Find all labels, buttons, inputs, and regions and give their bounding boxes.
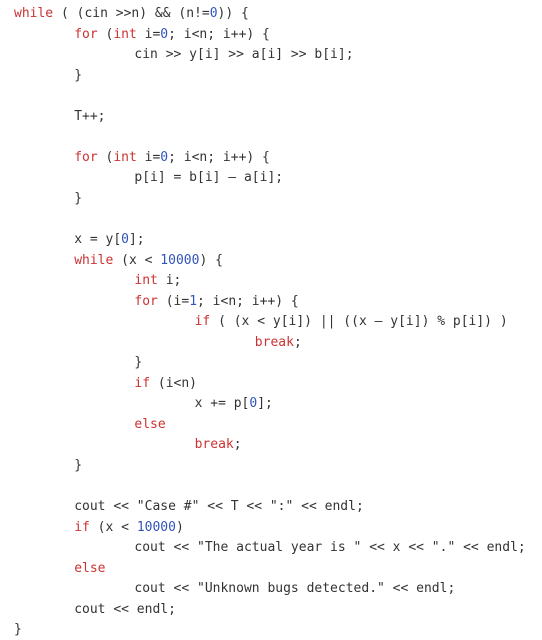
code-text: (x < [89,519,137,535]
code-text: ]; [128,232,145,248]
code-text: ; i<n; i++) { [168,26,270,42]
code-line: while (x < 10000) { [0,251,542,272]
code-text: } [74,458,83,474]
code-keyword: if [194,314,211,330]
code-line: for (i=1; i<n; i++) { [0,292,542,313]
code-keyword: else [134,416,166,432]
code-text: ( (x < y[i]) || ((x – y[i]) % p[i]) ) [210,314,508,330]
code-line: int i; [0,271,542,292]
code-text: ( (cin >>n) && (n!= [53,6,210,21]
code-keyword: if [134,375,151,391]
code-line: cout << "The actual year is " << x << ".… [0,538,542,559]
code-number: 0 [121,232,129,248]
code-line: } [0,66,542,87]
code-number: 10000 [160,252,200,268]
code-keyword: for [74,149,98,165]
code-line: break; [0,333,542,354]
code-text: x = y[ [74,232,122,248]
code-keyword: for [74,26,98,42]
code-line: } [0,620,542,640]
code-line: } [0,189,542,210]
code-text: ( [97,26,114,42]
code-line: cout << "Unknown bugs detected." << endl… [0,579,542,600]
code-keyword: int [113,26,137,42]
code-text: (i<n) [150,375,198,391]
code-number: 10000 [136,519,176,535]
code-line: cin >> y[i] >> a[i] >> b[i]; [0,45,542,66]
code-text: } [14,622,22,638]
code-listing: while ( (cin >>n) && (n!=0)) {for (int i… [0,0,542,640]
code-text: i= [136,26,161,42]
code-text: )) { [217,6,249,21]
code-text: i; [157,273,182,289]
code-keyword: for [134,293,158,309]
code-text: ; i<n; i++) { [197,293,299,309]
code-line: p[i] = b[i] – a[i]; [0,168,542,189]
code-line: cout << "Case #" << T << ":" << endl; [0,497,542,518]
code-line: if (i<n) [0,374,542,395]
code-text: ; i<n; i++) { [168,149,270,165]
code-line: } [0,456,542,477]
code-line: if ( (x < y[i]) || ((x – y[i]) % p[i]) ) [0,312,542,333]
code-text: ) { [199,252,223,268]
code-text: } [74,190,83,206]
code-number: 0 [160,149,169,165]
code-text: ) [175,519,184,535]
code-text: (x < [113,252,161,268]
code-keyword: break [194,437,234,453]
code-line: T++; [0,107,542,128]
code-line: x = y[0]; [0,230,542,251]
code-line: while ( (cin >>n) && (n!=0)) { [0,4,542,25]
code-text: i= [136,149,161,165]
code-number: 1 [189,293,198,309]
code-text: cin >> y[i] >> a[i] >> b[i]; [134,47,354,63]
code-keyword: else [74,560,106,576]
code-text: p[i] = b[i] – a[i]; [134,170,284,186]
code-text: x += p[ [194,396,250,412]
code-text: cout << "Unknown bugs detected." << endl… [134,581,456,597]
code-text: } [74,67,83,83]
code-number: 0 [209,6,218,21]
code-keyword: int [134,273,158,289]
code-text: cout << "Case #" << T << ":" << endl; [74,499,364,515]
code-text: ]; [257,396,273,412]
code-line: break; [0,435,542,456]
code-text: cout << "The actual year is " << x << ".… [134,540,526,556]
code-text: } [134,355,143,371]
code-line: for (int i=0; i<n; i++) { [0,148,542,169]
code-text: ( [97,149,114,165]
code-keyword: if [74,519,90,535]
code-line: cout << endl; [0,600,542,621]
code-text: ; [293,334,302,350]
code-keyword: while [74,252,114,268]
code-line: x += p[0]; [0,394,542,415]
code-text: (i= [157,293,190,309]
code-line: for (int i=0; i<n; i++) { [0,25,542,46]
code-keyword: int [113,149,137,165]
code-text: T++; [74,108,106,124]
code-line: else [0,559,542,580]
code-text: ; [233,437,242,453]
code-text: cout << endl; [74,601,176,617]
code-keyword: while [14,6,54,21]
code-line: else [0,415,542,436]
code-keyword: break [254,334,294,350]
code-number: 0 [160,26,169,42]
code-line: if (x < 10000) [0,518,542,539]
code-line: } [0,353,542,374]
